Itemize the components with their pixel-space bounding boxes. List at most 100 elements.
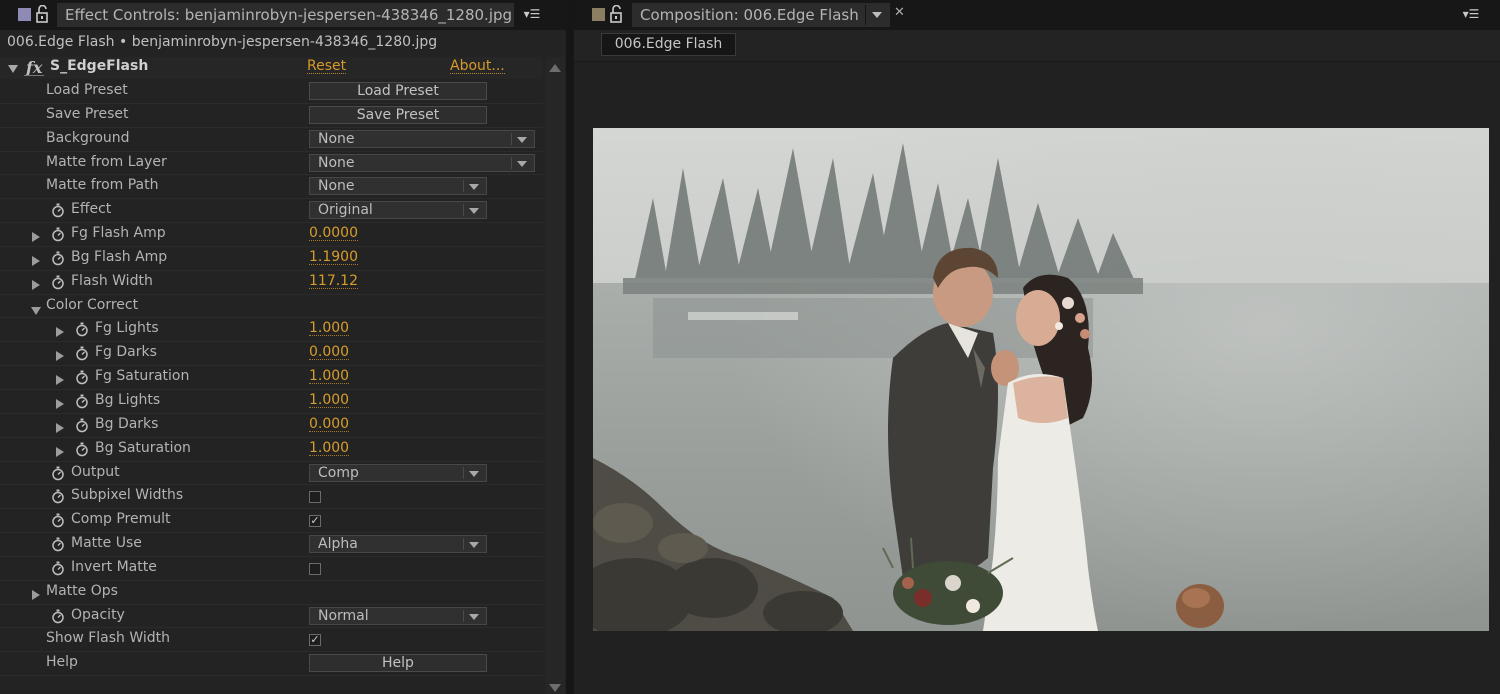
matte-from-path-dropdown[interactable]: None <box>309 177 487 196</box>
twirl-right-icon[interactable] <box>56 397 64 409</box>
prop-row-effect: Effect Original <box>0 199 543 224</box>
flash-width-value[interactable]: 117.12 <box>309 273 358 289</box>
prop-label: Load Preset <box>46 82 128 98</box>
stopwatch-icon[interactable] <box>51 489 65 504</box>
show-flash-width-checkbox[interactable]: ✓ <box>309 634 321 647</box>
load-preset-button[interactable]: Load Preset <box>309 82 487 100</box>
matte-from-layer-dropdown[interactable]: None <box>309 153 535 172</box>
chevron-down-icon <box>517 136 527 143</box>
effect-controls-header: Effect Controls: benjaminrobyn-jespersen… <box>0 0 566 30</box>
twirl-right-icon[interactable] <box>32 278 40 290</box>
stopwatch-icon[interactable] <box>51 251 65 266</box>
dropdown-separator <box>463 466 464 479</box>
twirl-right-icon[interactable] <box>56 325 64 338</box>
chevron-down-icon <box>469 184 479 191</box>
subpixel-widths-checkbox[interactable] <box>309 491 321 504</box>
prop-row-matte-from-path: Matte from Path None <box>0 175 543 200</box>
dropdown-separator <box>463 609 464 622</box>
composition-header: Composition: 006.Edge Flash ✕ ▾☰ <box>574 0 1500 30</box>
prop-label: Matte Use <box>71 535 142 552</box>
invert-matte-checkbox[interactable] <box>309 562 321 575</box>
stopwatch-icon[interactable] <box>51 227 65 242</box>
panel-menu-icon[interactable]: ▾☰ <box>521 6 543 22</box>
twirl-right-icon[interactable] <box>56 421 64 433</box>
prop-row-output: Output Comp <box>0 462 543 486</box>
prop-row-background: Background None <box>0 128 543 152</box>
prop-row-load-preset: Load Preset Load Preset <box>0 80 543 104</box>
prop-label: Fg Flash Amp <box>71 225 166 242</box>
fg-flash-amp-value[interactable]: 0.0000 <box>309 225 358 242</box>
twirl-down-icon[interactable] <box>31 303 41 315</box>
label-color-swatch[interactable] <box>592 8 605 21</box>
twirl-right-icon[interactable] <box>56 373 64 386</box>
dropdown-value: Alpha <box>318 536 358 553</box>
comp-premult-checkbox[interactable]: ✓ <box>309 515 321 528</box>
composition-viewer-image[interactable] <box>593 128 1489 631</box>
twirl-right-icon[interactable] <box>32 230 40 243</box>
bg-flash-amp-value[interactable]: 1.1900 <box>309 249 358 265</box>
bg-saturation-value[interactable]: 1.000 <box>309 440 350 456</box>
tab-composition[interactable]: Composition: 006.Edge Flash <box>632 3 890 27</box>
prop-label: Matte Ops <box>46 582 118 599</box>
stopwatch-icon[interactable] <box>51 275 65 290</box>
stopwatch-icon[interactable] <box>75 394 89 409</box>
matte-use-dropdown[interactable]: Alpha <box>309 535 487 554</box>
twirl-down-icon[interactable] <box>8 62 18 73</box>
fg-darks-value[interactable]: 0.000 <box>309 344 350 361</box>
vertical-scrollbar[interactable] <box>545 57 565 694</box>
panel-divider[interactable] <box>566 0 574 694</box>
help-button[interactable]: Help <box>309 654 487 673</box>
effect-dropdown[interactable]: Original <box>309 201 487 220</box>
opacity-dropdown[interactable]: Normal <box>309 606 487 625</box>
output-dropdown[interactable]: Comp <box>309 463 487 482</box>
scroll-up-arrow-icon[interactable] <box>549 64 561 72</box>
tab-effect-controls[interactable]: Effect Controls: benjaminrobyn-jespersen… <box>57 3 514 27</box>
close-icon[interactable]: ✕ <box>894 5 905 20</box>
prop-row-bg-darks: Bg Darks 0.000 <box>0 414 543 438</box>
stopwatch-icon[interactable] <box>75 370 89 385</box>
about-link[interactable]: About... <box>450 58 505 74</box>
stopwatch-icon[interactable] <box>51 537 65 552</box>
lock-icon[interactable] <box>36 4 52 23</box>
prop-label: Invert Matte <box>71 558 157 575</box>
stopwatch-icon[interactable] <box>75 418 89 433</box>
twirl-right-icon[interactable] <box>32 254 40 266</box>
stopwatch-icon[interactable] <box>75 322 89 337</box>
dropdown-value: Normal <box>318 607 369 624</box>
twirl-right-icon[interactable] <box>56 445 64 457</box>
label-color-swatch[interactable] <box>18 8 31 21</box>
stopwatch-icon[interactable] <box>51 203 65 218</box>
panel-menu-icon[interactable]: ▾☰ <box>1460 6 1482 22</box>
stopwatch-icon[interactable] <box>51 466 65 481</box>
scroll-down-arrow-icon[interactable] <box>549 684 561 692</box>
reset-link[interactable]: Reset <box>307 58 347 74</box>
comp-tab-edge-flash[interactable]: 006.Edge Flash <box>601 33 736 56</box>
prop-label: Fg Darks <box>95 344 157 361</box>
twirl-right-icon[interactable] <box>56 349 64 362</box>
stopwatch-icon[interactable] <box>51 609 65 624</box>
prop-label: Opacity <box>71 606 125 623</box>
bg-lights-value[interactable]: 1.000 <box>309 392 350 408</box>
chevron-down-icon <box>469 208 479 215</box>
stopwatch-icon[interactable] <box>51 561 65 576</box>
fg-saturation-value[interactable]: 1.000 <box>309 368 350 385</box>
composition-panel: Composition: 006.Edge Flash ✕ ▾☰ 006.Edg… <box>574 0 1500 694</box>
lock-icon[interactable] <box>610 4 626 23</box>
background-dropdown[interactable]: None <box>309 129 535 148</box>
fg-lights-value[interactable]: 1.000 <box>309 320 350 337</box>
prop-label: Background <box>46 129 130 146</box>
fx-toggle-icon[interactable]: fx <box>23 58 45 77</box>
chevron-down-icon <box>469 613 479 620</box>
bg-darks-value[interactable]: 0.000 <box>309 416 350 432</box>
dropdown-separator <box>463 180 464 193</box>
twirl-right-icon[interactable] <box>32 588 40 600</box>
save-preset-button[interactable]: Save Preset <box>309 105 487 124</box>
prop-label: Effect <box>71 201 112 218</box>
stopwatch-icon[interactable] <box>75 442 89 457</box>
composition-dropdown-icon[interactable] <box>865 5 887 25</box>
prop-group-matte-ops[interactable]: Matte Ops <box>0 581 543 605</box>
stopwatch-icon[interactable] <box>75 346 89 361</box>
prop-group-color-correct[interactable]: Color Correct <box>0 295 543 319</box>
stopwatch-icon[interactable] <box>51 513 65 528</box>
prop-row-fg-darks: Fg Darks 0.000 <box>0 342 543 367</box>
